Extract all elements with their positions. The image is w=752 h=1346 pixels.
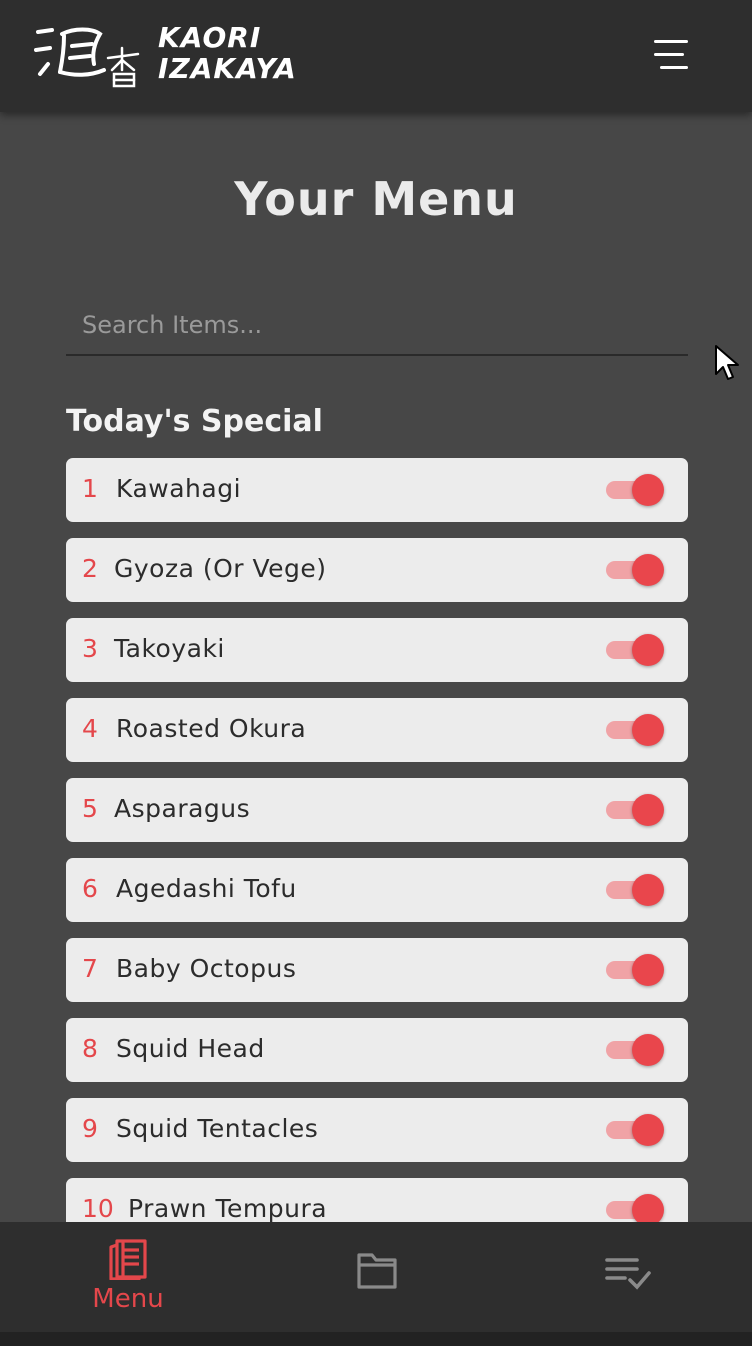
item-number: 2 (82, 554, 98, 583)
menu-item[interactable]: 7 Baby Octopus (66, 938, 688, 1002)
tab-folder[interactable] (308, 1222, 448, 1332)
item-name: Baby Octopus (116, 954, 297, 983)
system-bar (0, 1332, 752, 1346)
menu-item[interactable]: 5 Asparagus (66, 778, 688, 842)
tab-menu[interactable]: Menu (58, 1222, 198, 1332)
mouse-cursor-icon (715, 345, 739, 380)
availability-toggle[interactable] (604, 474, 666, 506)
search-field (66, 296, 688, 356)
menu-item[interactable]: 3 Takoyaki (66, 618, 688, 682)
item-number: 8 (82, 1034, 98, 1063)
item-number: 1 (82, 474, 98, 503)
section-title-todays-special: Today's Special (66, 404, 323, 439)
item-number: 7 (82, 954, 98, 983)
brand-line-2: IZAKAYA (158, 52, 297, 85)
menu-item[interactable]: 6 Agedashi Tofu (66, 858, 688, 922)
item-number: 10 (82, 1194, 114, 1223)
checklist-icon (605, 1258, 651, 1290)
availability-toggle[interactable] (604, 874, 666, 906)
menu-item[interactable]: 4 Roasted Okura (66, 698, 688, 762)
app-header: KAORI IZAKAYA (0, 0, 752, 112)
item-number: 9 (82, 1114, 98, 1143)
availability-toggle[interactable] (604, 954, 666, 986)
item-number: 4 (82, 714, 98, 743)
brand-line-1: KAORI (158, 21, 262, 54)
item-number: 5 (82, 794, 98, 823)
availability-toggle[interactable] (604, 714, 666, 746)
availability-toggle[interactable] (604, 1034, 666, 1066)
menu-item[interactable]: 8 Squid Head (66, 1018, 688, 1082)
menu-item-list: 1 Kawahagi 2 Gyoza (Or Vege) 3 Takoyaki … (66, 458, 688, 1258)
item-name: Asparagus (114, 794, 251, 823)
bottom-navigation: Menu (0, 1222, 752, 1346)
brand-name: KAORI IZAKAYA (158, 22, 297, 84)
logo-icon[interactable] (34, 24, 144, 88)
item-name: Takoyaki (114, 634, 225, 663)
tab-menu-label: Menu (92, 1284, 164, 1314)
menu-book-icon (109, 1239, 147, 1280)
menu-item[interactable]: 1 Kawahagi (66, 458, 688, 522)
availability-toggle[interactable] (604, 554, 666, 586)
item-name: Squid Head (116, 1034, 265, 1063)
menu-item[interactable]: 9 Squid Tentacles (66, 1098, 688, 1162)
item-name: Agedashi Tofu (116, 874, 297, 903)
availability-toggle[interactable] (604, 794, 666, 826)
folder-icon (357, 1253, 397, 1289)
hamburger-icon[interactable] (652, 40, 692, 72)
item-name: Roasted Okura (116, 714, 307, 743)
availability-toggle[interactable] (604, 1114, 666, 1146)
menu-item[interactable]: 2 Gyoza (Or Vege) (66, 538, 688, 602)
item-name: Squid Tentacles (116, 1114, 319, 1143)
tab-checklist[interactable] (558, 1222, 698, 1332)
item-number: 6 (82, 874, 98, 903)
item-name: Prawn Tempura (128, 1194, 328, 1223)
search-input[interactable] (66, 296, 688, 354)
page-title: Your Menu (234, 172, 518, 226)
item-name: Gyoza (Or Vege) (114, 554, 327, 583)
availability-toggle[interactable] (604, 634, 666, 666)
item-name: Kawahagi (116, 474, 242, 503)
item-number: 3 (82, 634, 98, 663)
